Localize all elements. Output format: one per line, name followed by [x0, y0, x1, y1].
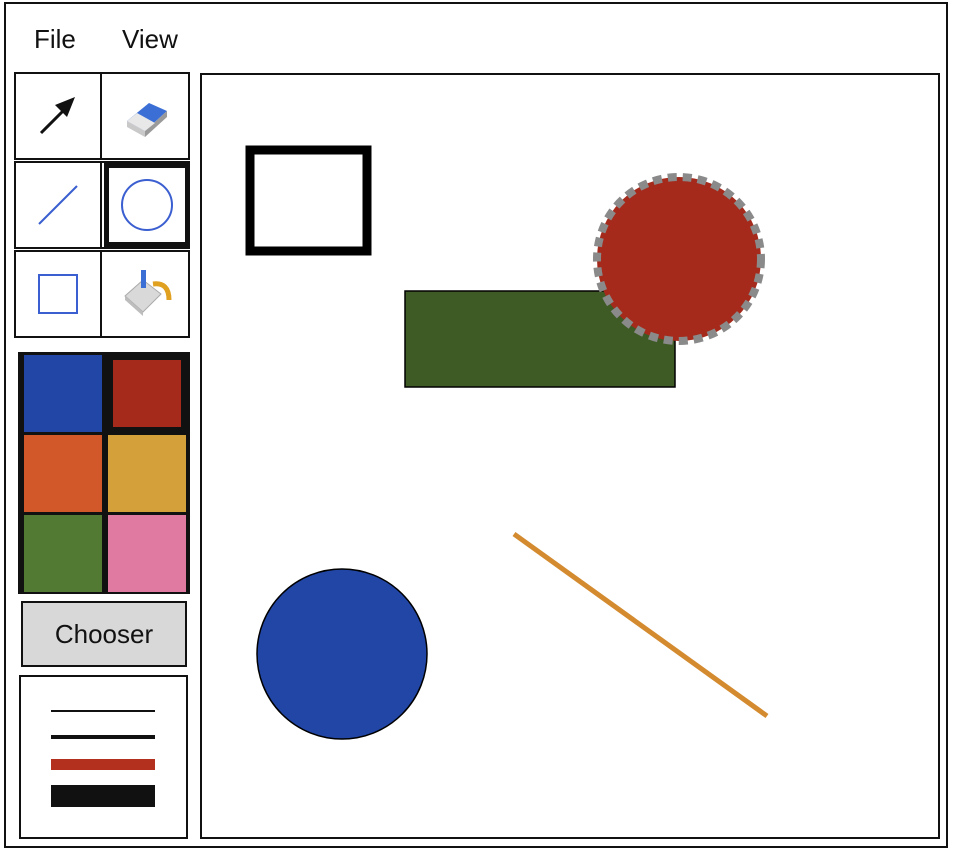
pointer-tool-button[interactable]: [16, 74, 102, 158]
color-swatch-red[interactable]: [108, 355, 186, 432]
color-swatch-green[interactable]: [24, 515, 102, 592]
shape-blue-circle[interactable]: [256, 568, 428, 740]
shape-outline-rectangle[interactable]: [245, 145, 372, 256]
color-swatch-orange[interactable]: [24, 435, 102, 512]
color-swatch-pink[interactable]: [108, 515, 186, 592]
arrow-pointer-icon: [39, 97, 75, 135]
line-width-4[interactable]: [51, 785, 155, 807]
paint-app-window: File View Chooser: [4, 2, 948, 848]
color-chooser-button[interactable]: Chooser: [21, 601, 187, 667]
line-width-selector: [19, 675, 188, 839]
canvas-surface[interactable]: [202, 75, 938, 837]
shape-red-circle[interactable]: [593, 173, 765, 345]
menu-view[interactable]: View: [122, 24, 178, 55]
color-palette: [18, 352, 190, 594]
tool-group-shapes-2: [14, 250, 190, 338]
eraser-tool-button[interactable]: [104, 74, 190, 158]
line-width-1[interactable]: [51, 710, 155, 712]
color-swatch-gold[interactable]: [108, 435, 186, 512]
line-tool-button[interactable]: [16, 163, 102, 247]
circle-tool-button[interactable]: [104, 163, 190, 247]
tool-group-select: [14, 72, 190, 160]
color-swatch-blue[interactable]: [24, 355, 102, 432]
rectangle-tool-button[interactable]: [16, 252, 102, 336]
tool-group-shapes-1: [14, 161, 190, 249]
circle-tool-icon: [121, 179, 173, 231]
drawing-canvas[interactable]: [200, 73, 940, 839]
line-width-2[interactable]: [51, 735, 155, 739]
line-width-3[interactable]: [51, 759, 155, 770]
rectangle-tool-icon: [38, 274, 78, 314]
fill-tool-button[interactable]: [104, 252, 190, 336]
shape-orange-line[interactable]: [512, 531, 769, 719]
line-tool-icon: [38, 185, 78, 225]
eraser-icon: [127, 103, 167, 137]
paint-bucket-icon: [124, 270, 172, 316]
menu-file[interactable]: File: [34, 24, 76, 55]
